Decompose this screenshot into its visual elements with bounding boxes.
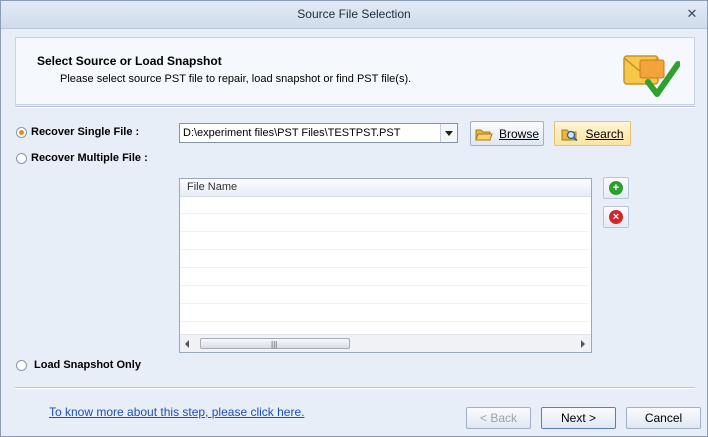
scroll-right-icon[interactable] — [581, 340, 585, 348]
list-row-line — [180, 267, 589, 268]
search-button[interactable]: Search — [554, 121, 631, 146]
load-snapshot-option[interactable]: Load Snapshot Only — [16, 359, 141, 371]
list-row-line — [180, 303, 589, 304]
source-file-selection-dialog: Source File Selection ✕ Select Source or… — [0, 0, 708, 437]
chevron-down-icon[interactable] — [440, 124, 457, 142]
back-button[interactable]: < Back — [466, 407, 531, 429]
add-file-button[interactable]: + — [603, 177, 629, 199]
recover-single-file-option[interactable]: Recover Single File : — [16, 126, 139, 138]
grip-icon: ||| — [271, 340, 278, 349]
file-list-header[interactable]: File Name — [180, 179, 591, 197]
next-button[interactable]: Next > — [541, 407, 616, 429]
file-name-column: File Name — [187, 181, 238, 193]
header-subtitle: Please select source PST file to repair,… — [60, 73, 412, 85]
browse-label: Browse — [498, 126, 539, 141]
radio-snapshot[interactable] — [16, 359, 27, 371]
next-label: Next > — [560, 411, 596, 425]
help-link[interactable]: To know more about this step, please cli… — [49, 405, 304, 419]
recover-multiple-file-option[interactable]: Recover Multiple File : — [16, 152, 148, 164]
back-label: < Back — [479, 411, 518, 425]
envelope-check-icon — [623, 55, 680, 97]
list-row-line — [180, 213, 589, 214]
header-title: Select Source or Load Snapshot — [37, 54, 222, 68]
file-path-value: D:\experiment files\PST Files\TESTPST.PS… — [183, 127, 401, 139]
radio-single[interactable] — [16, 126, 27, 138]
list-row-line — [180, 249, 589, 250]
divider-top — [15, 106, 695, 108]
scroll-left-icon[interactable] — [185, 340, 189, 348]
remove-file-button[interactable]: × — [603, 206, 629, 228]
cancel-label: Cancel — [644, 411, 683, 425]
folder-open-icon — [475, 129, 493, 140]
cancel-button[interactable]: Cancel — [626, 407, 701, 429]
list-row-line — [180, 285, 589, 286]
divider-bottom — [15, 387, 695, 389]
radio-multiple[interactable] — [16, 152, 27, 164]
add-icon: + — [609, 181, 623, 195]
search-label: Search — [585, 126, 624, 141]
browse-button[interactable]: Browse — [470, 121, 544, 146]
title-bar: Source File Selection ✕ — [1, 1, 707, 29]
file-path-combo[interactable]: D:\experiment files\PST Files\TESTPST.PS… — [179, 123, 458, 143]
file-list[interactable]: File Name ||| — [179, 178, 592, 353]
list-row-line — [180, 321, 589, 322]
recover-multiple-file-label: Recover Multiple File : — [31, 152, 148, 164]
window-title: Source File Selection — [297, 7, 411, 21]
load-snapshot-label: Load Snapshot Only — [34, 359, 141, 371]
header-panel: Select Source or Load Snapshot Please se… — [15, 37, 695, 105]
scroll-thumb[interactable]: ||| — [200, 338, 350, 349]
horizontal-scrollbar[interactable]: ||| — [180, 334, 591, 352]
list-row-line — [180, 231, 589, 232]
remove-icon: × — [609, 210, 623, 224]
close-icon[interactable]: ✕ — [685, 7, 699, 21]
recover-single-file-label: Recover Single File : — [31, 126, 140, 138]
folder-search-icon — [561, 129, 579, 141]
